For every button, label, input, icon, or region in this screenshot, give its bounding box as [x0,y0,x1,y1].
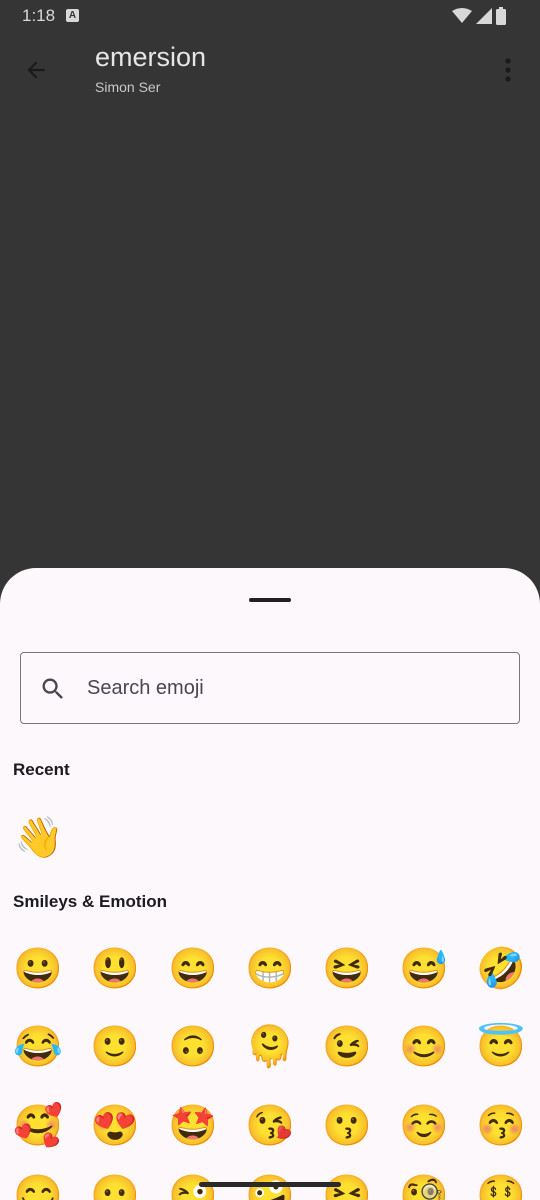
emoji-item[interactable]: 😊 [396,1019,452,1075]
app-bar: emersion Simon Ser [0,32,540,104]
emoji-picker-sheet: Recent 👋 Smileys & Emotion 😀 😃 😄 😁 😆 😅 🤣… [0,568,540,1200]
emoji-item[interactable]: 😅 [396,941,452,997]
emoji-item[interactable]: 🤣 [473,941,529,997]
section-title-recent: Recent [13,760,70,779]
emoji-item[interactable]: 😛 [87,1168,143,1200]
emoji-item[interactable]: 🤩 [165,1098,221,1154]
emoji-item[interactable]: 🙂 [87,1019,143,1075]
back-button[interactable] [14,48,58,92]
page-subtitle: Simon Ser [95,79,161,95]
emoji-item[interactable]: 😗 [319,1098,375,1154]
back-arrow-icon [27,61,45,79]
more-vert-icon [505,58,511,82]
more-options-button[interactable] [490,48,526,92]
drag-handle[interactable] [249,598,291,602]
emoji-item[interactable]: 🤑 [473,1168,529,1200]
emoji-item[interactable]: 👋 [11,810,67,866]
emoji-item[interactable]: 😉 [319,1019,375,1075]
search-box[interactable] [20,652,520,724]
notification-icon: A [66,9,79,22]
emoji-item[interactable]: 🙃 [165,1019,221,1075]
battery-icon [496,7,506,25]
wifi-icon [452,8,472,23]
emoji-item[interactable]: 😍 [87,1098,143,1154]
emoji-item[interactable]: 😀 [10,941,66,997]
search-input[interactable] [87,663,507,713]
emoji-item[interactable]: 😚 [473,1098,529,1154]
search-icon [42,678,63,699]
emoji-item[interactable]: 🧐 [396,1168,452,1200]
emoji-item[interactable]: 😘 [242,1098,298,1154]
emoji-row: 😂 🙂 🙃 🫠 😉 😊 😇 [0,1019,540,1079]
emoji-item[interactable]: 🫠 [242,1019,298,1075]
emoji-item[interactable]: 😂 [10,1019,66,1075]
emoji-row: 🥰 😍 🤩 😘 😗 ☺️ 😚 [0,1098,540,1158]
recent-emoji-row: 👋 [0,810,540,870]
page-title: emersion [95,42,207,72]
emoji-row: 😀 😃 😄 😁 😆 😅 🤣 [0,941,540,1001]
emoji-item[interactable]: 🥰 [10,1098,66,1154]
emoji-item[interactable]: 😆 [319,941,375,997]
emoji-item[interactable]: 😁 [242,941,298,997]
emoji-item[interactable]: 😄 [165,941,221,997]
status-icons [452,7,506,25]
gesture-nav-handle[interactable] [199,1182,341,1187]
emoji-item[interactable]: 😇 [473,1019,529,1075]
emoji-item[interactable]: 😃 [87,941,143,997]
signal-icon [476,8,492,24]
section-title-smileys: Smileys & Emotion [13,892,167,911]
status-time: 1:18 [22,6,56,25]
emoji-item[interactable]: ☺️ [396,1098,452,1154]
emoji-item[interactable]: 😋 [10,1168,66,1200]
status-bar: 1:18 A [0,0,540,32]
